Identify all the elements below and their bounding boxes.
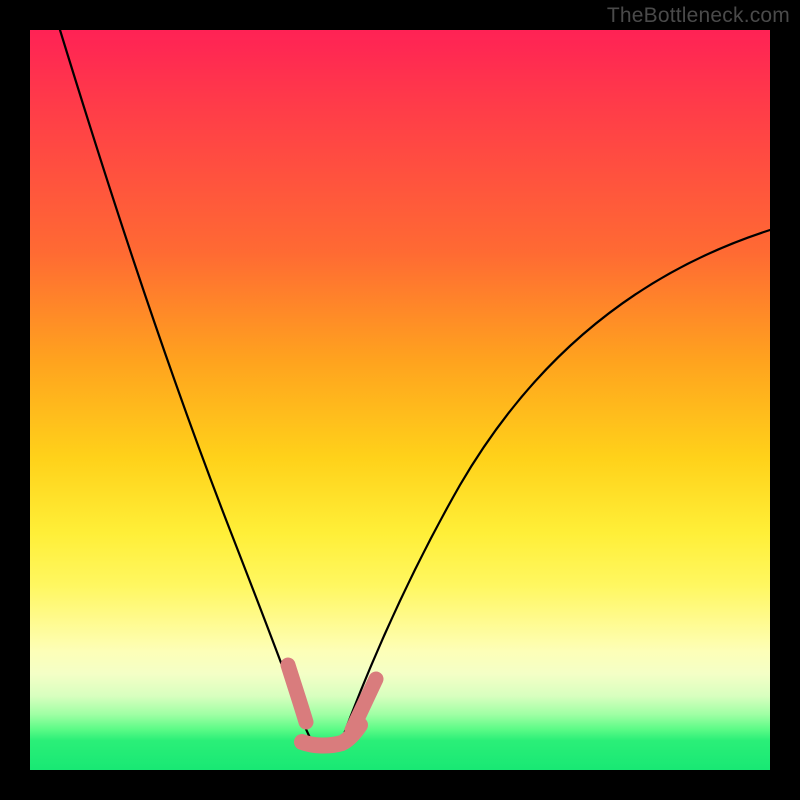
watermark-text: TheBottleneck.com [607,4,790,28]
curve-right [341,230,770,742]
chart-svg [30,30,770,770]
chart-plot-area [30,30,770,770]
chart-frame: TheBottleneck.com [0,0,800,800]
curve-left [60,30,312,742]
highlight-left-segment [288,665,306,722]
